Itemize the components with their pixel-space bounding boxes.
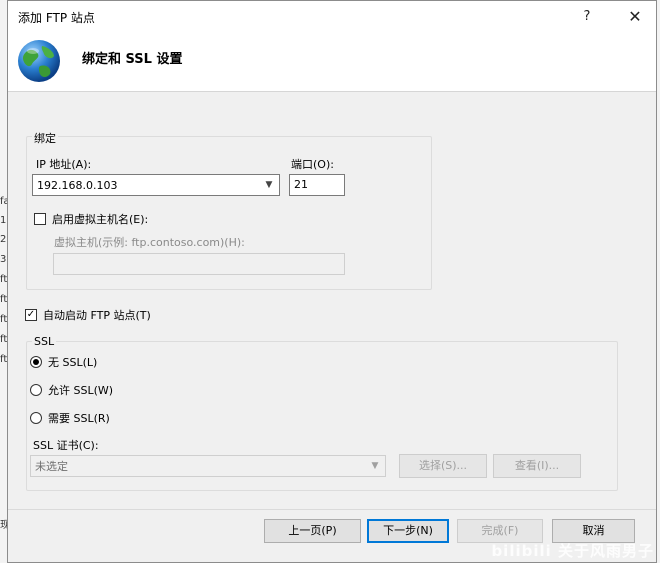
view-cert-button: 查看(I)... — [493, 454, 581, 478]
bg-fragment: 2 — [0, 234, 7, 245]
ip-address-combo[interactable]: 192.168.0.103 ▼ — [32, 174, 280, 196]
ssl-option-label: 无 SSL(L) — [48, 356, 98, 369]
close-button[interactable]: ✕ — [620, 5, 650, 29]
globe-icon — [18, 40, 60, 82]
ssl-option-label: 允许 SSL(W) — [48, 384, 114, 397]
chevron-down-icon: ▼ — [371, 461, 379, 471]
ssl-cert-combo: 未选定 ▼ — [30, 455, 386, 477]
virtual-host-checkbox-row[interactable]: 启用虚拟主机名(E): — [34, 211, 148, 227]
radio-button[interactable] — [30, 356, 42, 368]
wizard-header: 绑定和 SSL 设置 — [8, 32, 656, 92]
ssl-group-label: SSL — [32, 335, 57, 348]
dialog-titlebar: 添加 FTP 站点 ? ✕ — [8, 1, 656, 32]
virtual-host-checkbox-label: 启用虚拟主机名(E): — [52, 213, 149, 226]
add-ftp-site-dialog: 添加 FTP 站点 ? ✕ 绑定和 SSL 设置 绑定 IP 地址(A): 19… — [7, 0, 657, 563]
chevron-down-icon[interactable]: ▼ — [263, 178, 275, 192]
port-input[interactable]: 21 — [289, 174, 345, 196]
virtual-host-input — [53, 253, 345, 275]
ssl-cert-label: SSL 证书(C): — [33, 439, 99, 452]
watermark: bilibili 关于风雨男子 — [491, 542, 654, 560]
ssl-option-allow[interactable]: 允许 SSL(W) — [30, 382, 113, 398]
next-button[interactable]: 下一步(N) — [367, 519, 449, 543]
bg-fragment: 3 — [0, 254, 7, 265]
binding-group-label: 绑定 — [32, 130, 58, 146]
port-label: 端口(O): — [291, 158, 334, 171]
previous-button[interactable]: 上一页(P) — [264, 519, 361, 543]
autostart-label: 自动启动 FTP 站点(T) — [43, 309, 151, 322]
radio-button[interactable] — [30, 384, 42, 396]
help-button[interactable]: ? — [572, 5, 602, 29]
page-title: 绑定和 SSL 设置 — [82, 52, 183, 67]
virtual-host-label: 虚拟主机(示例: ftp.contoso.com)(H): — [54, 236, 245, 249]
select-cert-button: 选择(S)... — [399, 454, 487, 478]
ssl-option-label: 需要 SSL(R) — [48, 412, 110, 425]
ip-address-label: IP 地址(A): — [36, 158, 92, 171]
dialog-title: 添加 FTP 站点 — [18, 11, 95, 25]
virtual-host-checkbox[interactable] — [34, 213, 46, 225]
ssl-option-require[interactable]: 需要 SSL(R) — [30, 410, 110, 426]
ip-address-value: 192.168.0.103 — [37, 178, 118, 192]
footer-separator — [8, 509, 656, 510]
ssl-option-none[interactable]: 无 SSL(L) — [30, 354, 97, 370]
radio-button[interactable] — [30, 412, 42, 424]
bg-fragment: 1 — [0, 215, 7, 226]
ssl-cert-value: 未选定 — [35, 460, 68, 473]
autostart-checkbox[interactable]: ✓ — [25, 309, 37, 321]
autostart-checkbox-row[interactable]: ✓ 自动启动 FTP 站点(T) — [25, 307, 151, 323]
